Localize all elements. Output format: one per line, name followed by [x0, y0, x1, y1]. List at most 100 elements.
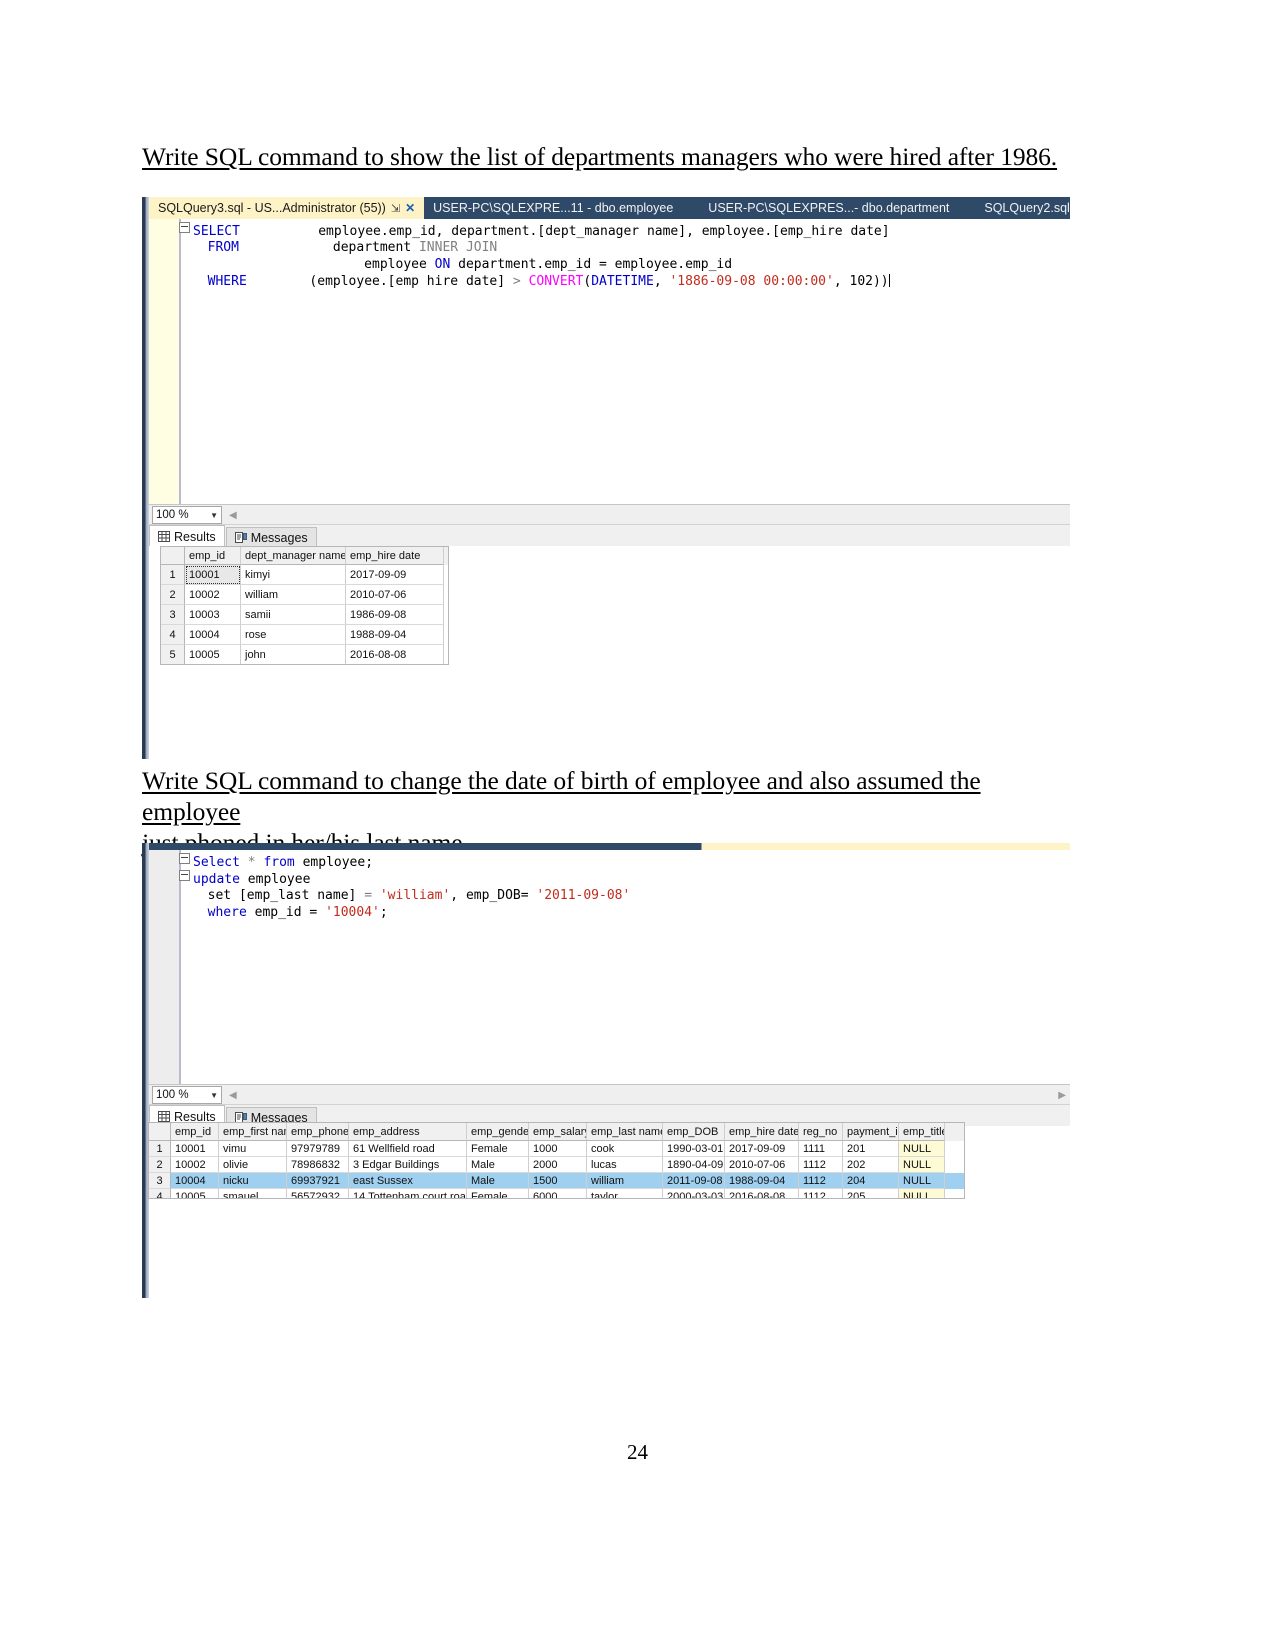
scroll-left-arrow-icon[interactable]: ◀ — [226, 510, 240, 521]
row-number-cell[interactable]: 2 — [149, 1157, 171, 1173]
editor-tab-sqlquery3[interactable]: SQLQuery3.sql - US...Administrator (55))… — [149, 197, 425, 219]
row-number-cell[interactable]: 3 — [161, 605, 185, 625]
table-cell[interactable]: nicku — [219, 1173, 287, 1189]
messages-tab-1[interactable]: Messages — [225, 527, 317, 547]
scroll-left-arrow-icon[interactable]: ◀ — [226, 1090, 240, 1101]
column-header[interactable]: payment_id — [843, 1123, 899, 1141]
row-number-cell[interactable]: 2 — [161, 585, 185, 605]
table-cell[interactable]: 202 — [843, 1157, 899, 1173]
table-cell[interactable]: kimyi — [241, 565, 346, 585]
table-cell[interactable]: 1112 — [799, 1173, 843, 1189]
table-cell[interactable]: 1988-09-04 — [346, 625, 444, 645]
table-cell[interactable]: Female — [467, 1141, 529, 1157]
table-cell[interactable]: 10005 — [185, 645, 241, 664]
table-cell[interactable]: 204 — [843, 1173, 899, 1189]
table-cell[interactable]: rose — [241, 625, 346, 645]
row-number-cell[interactable]: 5 — [161, 645, 185, 664]
table-row[interactable]: 4 10004 rose 1988-09-04 — [161, 625, 448, 645]
row-number-header[interactable] — [161, 547, 185, 565]
table-cell[interactable]: olivie — [219, 1157, 287, 1173]
table-cell[interactable]: 10003 — [185, 605, 241, 625]
column-header[interactable]: emp_gender — [467, 1123, 529, 1141]
table-cell[interactable]: 10001 — [185, 565, 241, 585]
table-cell[interactable]: 2000 — [529, 1157, 587, 1173]
table-cell[interactable]: 1990-03-01 — [663, 1141, 725, 1157]
table-cell[interactable]: 10002 — [171, 1157, 219, 1173]
table-cell[interactable]: cook — [587, 1141, 663, 1157]
table-row[interactable]: 3 10003 samii 1986-09-08 — [161, 605, 448, 625]
column-header[interactable]: emp_hire date — [346, 547, 444, 565]
table-cell[interactable]: 2010-07-06 — [725, 1157, 799, 1173]
table-cell[interactable]: 2017-09-09 — [725, 1141, 799, 1157]
column-header[interactable]: emp_DOB — [663, 1123, 725, 1141]
table-cell[interactable]: taylor — [587, 1189, 663, 1198]
table-cell[interactable]: vimu — [219, 1141, 287, 1157]
table-cell[interactable]: 10002 — [185, 585, 241, 605]
table-cell[interactable]: 1112 — [799, 1189, 843, 1198]
horizontal-scrollbar-1[interactable]: ◀ — [226, 507, 1070, 523]
column-header[interactable]: emp_hire date — [725, 1123, 799, 1141]
pin-icon[interactable]: ⇲ — [391, 202, 400, 215]
fold-minus-icon[interactable] — [179, 853, 190, 864]
table-cell[interactable]: NULL — [899, 1141, 945, 1157]
zoom-level-select-2[interactable]: 100 % ▼ — [152, 1086, 222, 1104]
chevron-down-icon[interactable]: ▼ — [210, 1091, 218, 1100]
table-cell[interactable]: william — [587, 1173, 663, 1189]
row-number-header[interactable] — [149, 1123, 171, 1141]
table-cell[interactable]: Female — [467, 1189, 529, 1198]
sql-code-area-2[interactable]: Select * from employee; update employee s… — [179, 850, 1070, 1084]
table-cell[interactable]: william — [241, 585, 346, 605]
column-header[interactable]: emp_title — [899, 1123, 945, 1141]
row-number-cell[interactable]: 4 — [149, 1189, 171, 1198]
table-cell[interactable]: 10005 — [171, 1189, 219, 1198]
horizontal-scrollbar-2[interactable]: ◀ ▶ — [226, 1087, 1070, 1103]
table-row[interactable]: 4 10005 smauel 56572932 14 Tottenham court r… — [149, 1189, 964, 1198]
fold-minus-icon[interactable] — [179, 222, 190, 233]
table-cell[interactable]: 10004 — [171, 1173, 219, 1189]
table-cell[interactable]: Male — [467, 1157, 529, 1173]
results-grid-2[interactable]: emp_idemp_first nameemp_phoneemp_address… — [148, 1122, 965, 1199]
table-cell[interactable]: 201 — [843, 1141, 899, 1157]
table-cell[interactable]: 10004 — [185, 625, 241, 645]
table-cell[interactable]: 2016-08-08 — [346, 645, 444, 664]
table-cell[interactable]: 97979789 — [287, 1141, 349, 1157]
table-cell[interactable]: east Sussex — [349, 1173, 467, 1189]
row-number-cell[interactable]: 3 — [149, 1173, 171, 1189]
table-cell[interactable]: samii — [241, 605, 346, 625]
table-cell[interactable]: 1500 — [529, 1173, 587, 1189]
column-header[interactable]: emp_id — [171, 1123, 219, 1141]
zoom-level-select-1[interactable]: 100 % ▼ — [152, 506, 222, 524]
table-cell[interactable]: 56572932 — [287, 1189, 349, 1198]
column-header[interactable]: reg_no — [799, 1123, 843, 1141]
table-cell[interactable]: 2000-03-03 — [663, 1189, 725, 1198]
table-cell[interactable]: 1986-09-08 — [346, 605, 444, 625]
row-number-cell[interactable]: 1 — [161, 565, 185, 585]
table-row[interactable]: 3 10004 nicku 69937921 east Sussex Male 1500 wi… — [149, 1173, 964, 1189]
results-grid-1[interactable]: emp_id dept_manager name emp_hire date 1 100… — [160, 546, 449, 665]
chevron-down-icon[interactable]: ▼ — [210, 511, 218, 520]
table-row[interactable]: 2 10002 olivie 78986832 3 Edgar Buildings Mal… — [149, 1157, 964, 1173]
row-number-cell[interactable]: 1 — [149, 1141, 171, 1157]
column-header[interactable]: emp_last name — [587, 1123, 663, 1141]
column-header[interactable]: emp_id — [185, 547, 241, 565]
column-header[interactable]: emp_salary — [529, 1123, 587, 1141]
table-cell[interactable]: NULL — [899, 1189, 945, 1198]
table-cell[interactable]: 69937921 — [287, 1173, 349, 1189]
table-cell[interactable]: 1111 — [799, 1141, 843, 1157]
editor-tab-dbo-department[interactable]: USER-PC\SQLEXPRES...- dbo.department — [682, 197, 958, 219]
table-row[interactable]: 1 10001 vimu 97979789 61 Wellfield road Femal… — [149, 1141, 964, 1157]
table-cell[interactable]: 1890-04-09 — [663, 1157, 725, 1173]
sql-editor-1[interactable]: SELECT employee.emp_id, department.[dept… — [149, 219, 1070, 504]
table-cell[interactable]: 6000 — [529, 1189, 587, 1198]
table-row[interactable]: 1 10001 kimyi 2017-09-09 — [161, 565, 448, 585]
close-icon[interactable]: ✕ — [405, 201, 415, 215]
table-cell[interactable]: 1112 — [799, 1157, 843, 1173]
table-cell[interactable]: 61 Wellfield road — [349, 1141, 467, 1157]
table-cell[interactable]: 205 — [843, 1189, 899, 1198]
column-header[interactable]: dept_manager name — [241, 547, 346, 565]
table-cell[interactable]: lucas — [587, 1157, 663, 1173]
sql-code-area-1[interactable]: SELECT employee.emp_id, department.[dept… — [179, 219, 1070, 504]
table-cell[interactable]: Male — [467, 1173, 529, 1189]
table-row[interactable]: 5 10005 john 2016-08-08 — [161, 645, 448, 664]
table-cell[interactable]: 2017-09-09 — [346, 565, 444, 585]
